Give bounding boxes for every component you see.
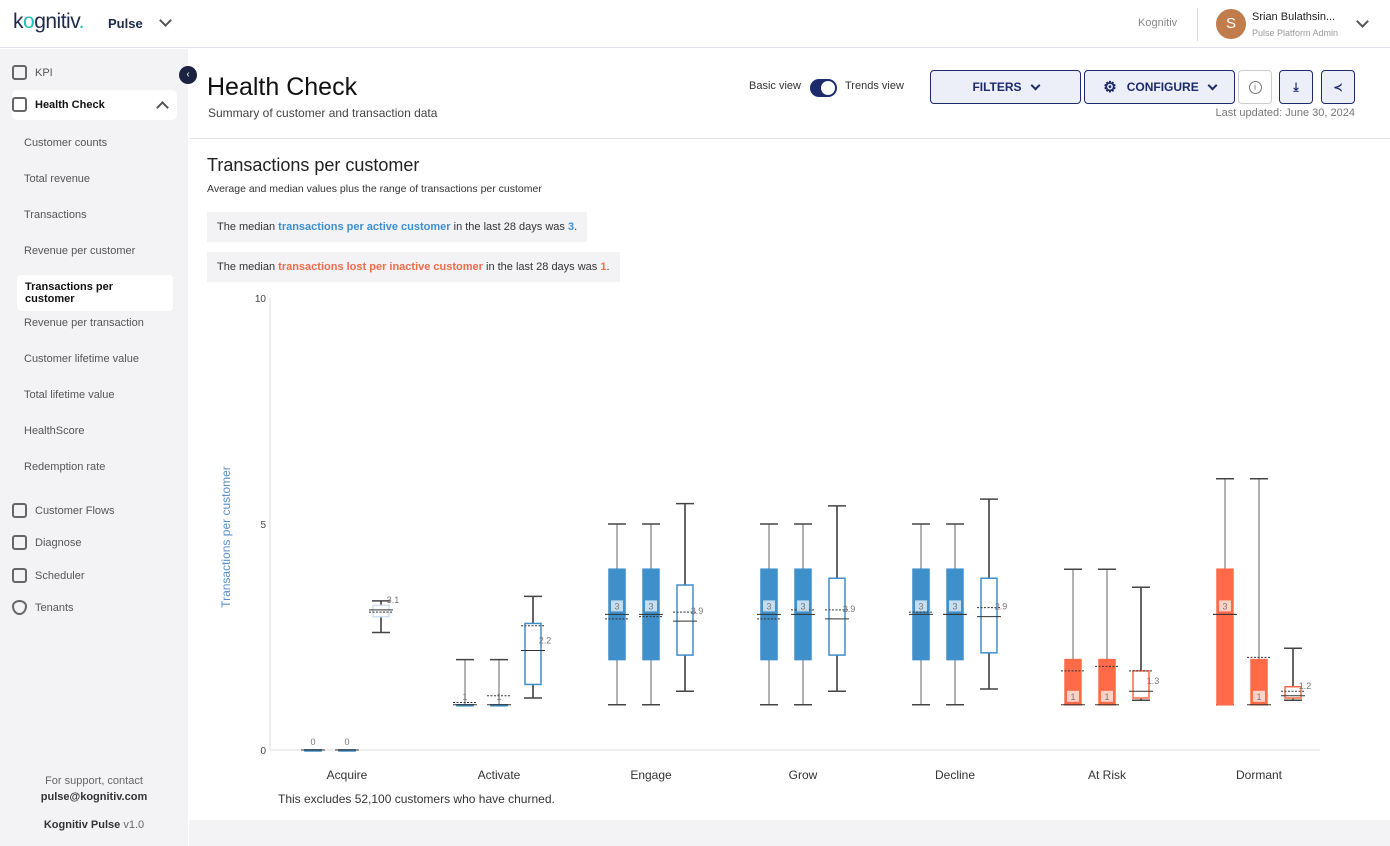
y-axis-label: Transactions per customer: [219, 466, 233, 608]
data-label: 3.1: [387, 595, 400, 605]
data-label: 1: [1104, 692, 1109, 702]
data-label: 0: [310, 737, 315, 747]
data-label: 3: [800, 601, 805, 611]
data-label: 3: [648, 601, 653, 611]
x-tick-label: Activate: [478, 768, 521, 782]
y-tick-label: 10: [255, 294, 267, 305]
x-tick-label: Grow: [789, 768, 818, 782]
data-label: 3: [614, 601, 619, 611]
y-tick-label: 5: [260, 520, 266, 531]
data-label: 2.9: [691, 606, 704, 616]
box-plot-chart: 0 5 10 Transactions per customer Acquire 0 0 3.…: [219, 294, 1320, 782]
x-tick-label: Acquire: [327, 768, 368, 782]
x-tick-label: Engage: [630, 768, 672, 782]
box: [980, 577, 998, 654]
x-tick-label: At Risk: [1088, 768, 1127, 782]
data-label: 1: [1256, 692, 1261, 702]
y-tick-label: 0: [260, 746, 266, 757]
data-label: 1.3: [1147, 676, 1160, 686]
x-tick-label: Decline: [935, 768, 975, 782]
data-label: 3: [1222, 601, 1227, 611]
data-label: 2.9: [995, 602, 1008, 612]
box: [1216, 568, 1234, 706]
box: [676, 584, 694, 656]
data-label: 1: [496, 692, 501, 702]
box: [524, 622, 542, 686]
box: [372, 604, 390, 618]
data-label: 1.2: [1299, 681, 1312, 691]
data-label: 3: [918, 601, 923, 611]
data-label: 1: [1070, 692, 1075, 702]
data-label: 3: [952, 601, 957, 611]
x-tick-label: Dormant: [1236, 768, 1283, 782]
churn-note: This excludes 52,100 customers who have …: [278, 792, 555, 806]
collapse-sidebar-button[interactable]: ‹: [179, 66, 197, 84]
data-label: 2.2: [539, 636, 552, 646]
box: [828, 577, 846, 656]
data-label: 3: [766, 601, 771, 611]
data-label: 2.9: [843, 604, 856, 614]
data-label: 1: [462, 692, 467, 702]
data-label: 0: [344, 737, 349, 747]
